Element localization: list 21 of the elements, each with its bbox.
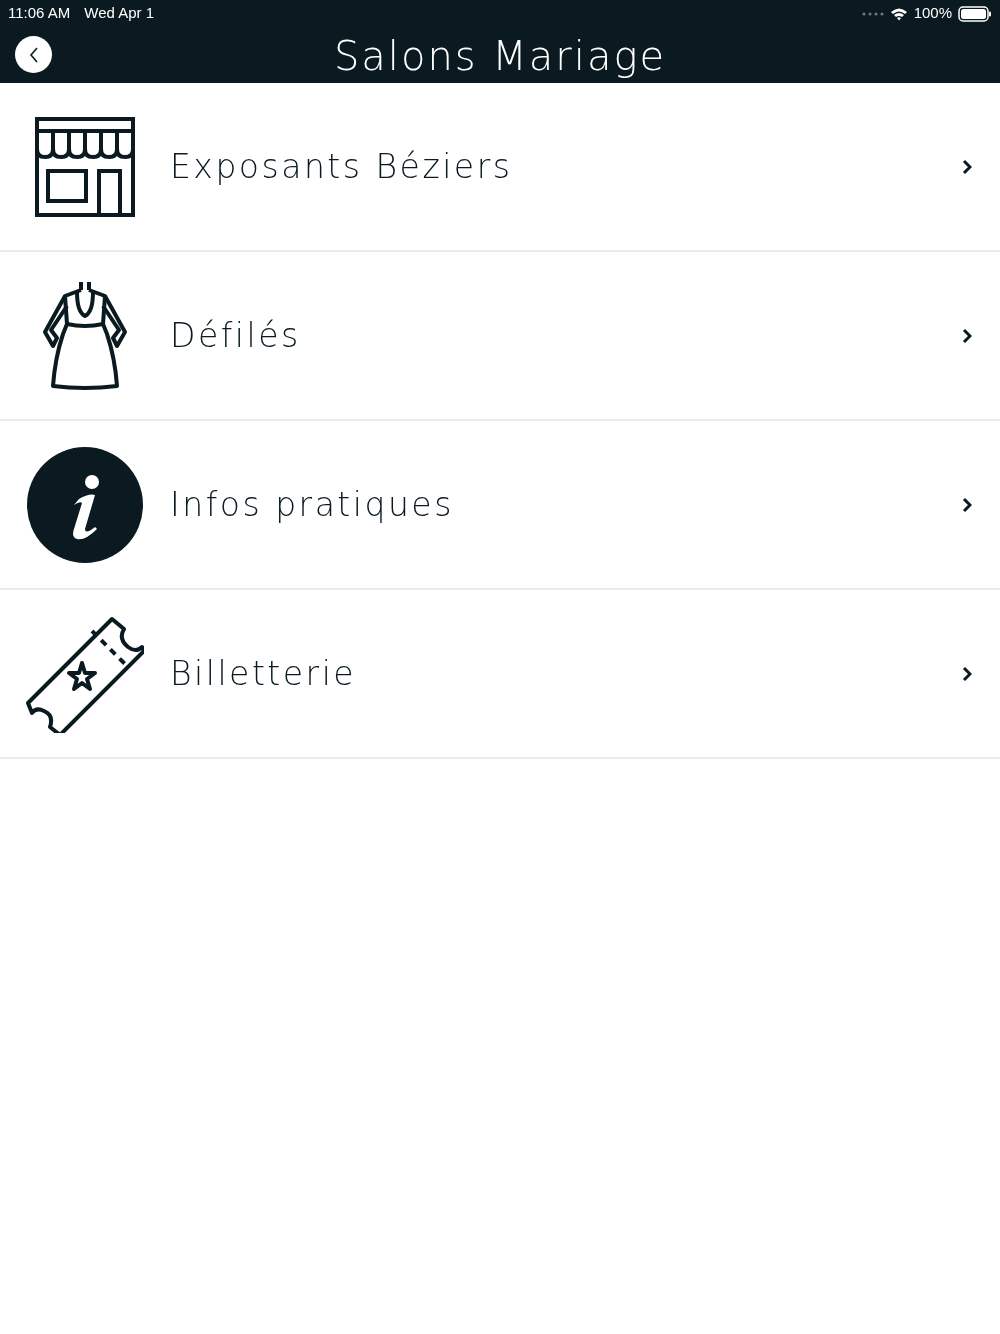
wifi-icon	[889, 6, 908, 21]
menu-item-label: Billetterie	[170, 652, 358, 695]
signal-icon	[861, 11, 884, 16]
battery-percent: 100%	[913, 3, 952, 24]
back-icon	[28, 46, 39, 63]
info-icon	[27, 446, 143, 563]
status-time: 11:06 AM	[8, 3, 71, 24]
chevron-right-icon	[962, 665, 972, 682]
chevron-right-icon	[962, 158, 972, 175]
page-title: Salons Mariage	[333, 36, 667, 76]
status-date: Wed Apr 1	[84, 3, 155, 24]
storefront-icon	[34, 116, 136, 217]
battery-icon	[958, 5, 992, 22]
menu-item-label: Exposants Béziers	[170, 145, 514, 188]
ticket-icon	[26, 614, 144, 733]
menu-item-label: Défilés	[170, 314, 302, 357]
back-button[interactable]	[15, 36, 52, 73]
chevron-right-icon	[962, 496, 972, 513]
dress-icon	[41, 279, 129, 392]
chevron-right-icon	[962, 327, 972, 344]
menu-item-label: Infos pratiques	[170, 483, 455, 526]
